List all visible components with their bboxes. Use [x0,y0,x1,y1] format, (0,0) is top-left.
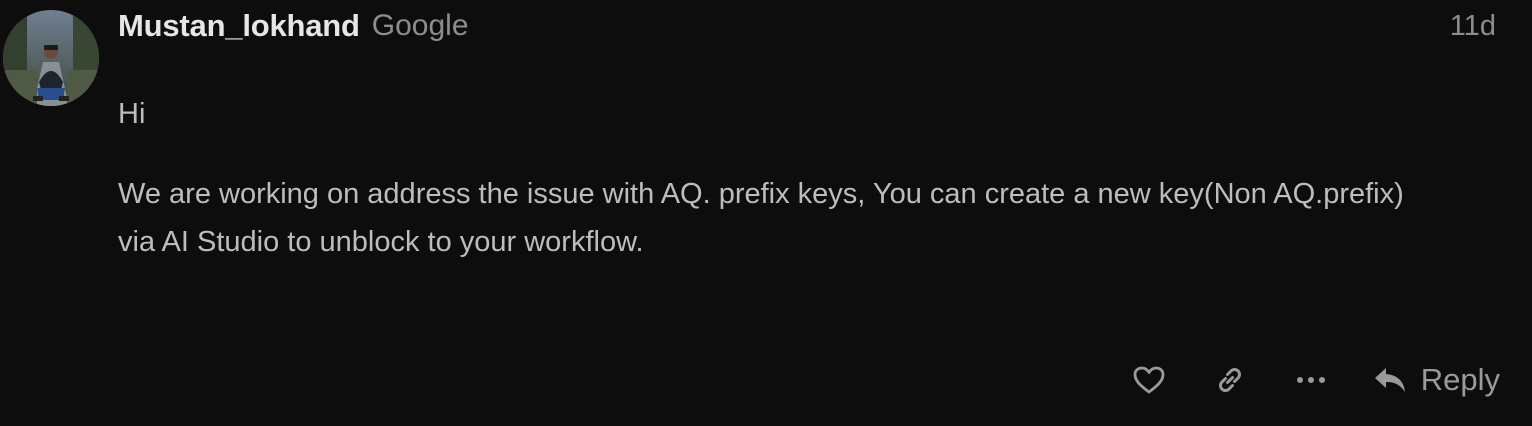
more-options-button[interactable] [1291,356,1331,404]
username[interactable]: Mustan_lokhand [118,8,360,44]
user-group: Google [371,9,469,42]
like-button[interactable] [1129,356,1169,404]
avatar[interactable] [3,10,99,106]
copy-link-button[interactable] [1210,356,1250,404]
post-header: Mustan_lokhand Google [118,6,469,46]
post-actions: Reply [1129,356,1500,404]
post-date[interactable]: 11d [1450,6,1496,46]
reply-label: Reply [1420,362,1500,397]
post-paragraph: Hi [118,98,146,130]
post-body: Hi We are working on address the issue w… [118,90,1418,266]
reply-button[interactable]: Reply [1373,356,1500,404]
avatar-photo [3,10,99,106]
link-icon [1213,363,1247,397]
ellipsis-icon [1296,376,1326,384]
post-paragraph: We are working on address the issue with… [118,178,1404,258]
heart-icon [1132,365,1166,395]
reply-arrow-icon [1373,365,1407,395]
forum-post: Mustan_lokhand Google 11d Hi We are work… [0,0,1532,426]
